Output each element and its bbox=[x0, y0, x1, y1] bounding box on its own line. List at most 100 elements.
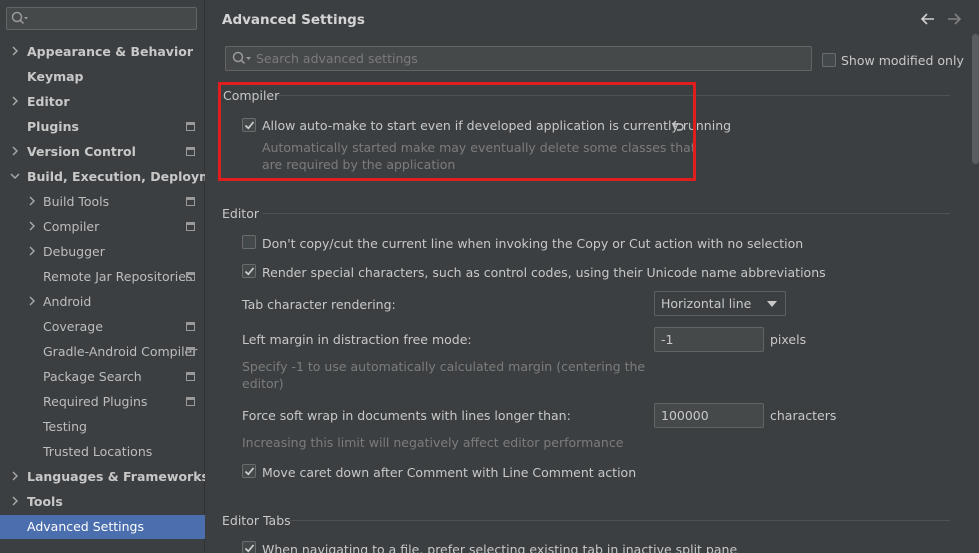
move-caret-label: Move caret down after Comment with Line … bbox=[262, 465, 637, 480]
highlight-annotation-box bbox=[218, 82, 696, 181]
tree-item-plugins[interactable]: Plugins bbox=[0, 115, 205, 139]
tree-item-label: Debugger bbox=[43, 244, 105, 259]
left-margin-field[interactable]: -1 bbox=[654, 327, 764, 352]
checkmark-icon bbox=[244, 467, 255, 476]
page-title: Advanced Settings bbox=[222, 12, 365, 28]
tree-item-build-execution-deployment[interactable]: Build, Execution, Deployment bbox=[0, 165, 235, 189]
chevron-right-icon[interactable] bbox=[10, 471, 20, 481]
tree-item-label: Keymap bbox=[27, 69, 84, 84]
tree-item-label: Plugins bbox=[27, 119, 79, 134]
tree-item-compiler[interactable]: Compiler bbox=[0, 215, 205, 239]
tree-item-coverage[interactable]: Coverage bbox=[0, 315, 205, 339]
chevron-right-icon[interactable] bbox=[27, 196, 37, 206]
left-margin-unit: pixels bbox=[770, 332, 807, 347]
chevron-right-icon[interactable] bbox=[27, 221, 37, 231]
search-icon bbox=[11, 11, 28, 25]
dont-copy-label: Don't copy/cut the current line when inv… bbox=[262, 236, 804, 251]
tree-item-version-control[interactable]: Version Control bbox=[0, 140, 205, 164]
tree-item-gradle-android-compiler[interactable]: Gradle-Android Compiler bbox=[0, 340, 205, 364]
dropdown-arrow-icon bbox=[767, 301, 777, 307]
tree-item-label: Advanced Settings bbox=[27, 519, 144, 534]
field-value: 100000 bbox=[661, 408, 709, 423]
tree-item-label: Compiler bbox=[43, 219, 100, 234]
tree-item-android[interactable]: Android bbox=[0, 290, 205, 314]
project-level-icon bbox=[186, 147, 195, 156]
dropdown-value: Horizontal line bbox=[661, 296, 752, 311]
hint-line: Increasing this limit will negatively af… bbox=[242, 435, 624, 450]
section-divider bbox=[263, 213, 950, 214]
tree-item-advanced-settings[interactable]: Advanced Settings bbox=[0, 515, 205, 539]
settings-main-panel: Advanced Settings Show modified only Com… bbox=[205, 0, 979, 553]
tree-item-testing[interactable]: Testing bbox=[0, 415, 205, 439]
advanced-settings-search[interactable] bbox=[225, 46, 812, 71]
tree-item-languages-frameworks[interactable]: Languages & Frameworks bbox=[0, 465, 209, 489]
hint-line: Specify -1 to use automatically calculat… bbox=[242, 359, 646, 374]
left-margin-hint: Specify -1 to use automatically calculat… bbox=[242, 358, 645, 392]
tab-rendering-dropdown[interactable]: Horizontal line bbox=[654, 291, 786, 316]
tree-item-label: Version Control bbox=[27, 144, 136, 159]
tree-item-appearance-behavior[interactable]: Appearance & Behavior bbox=[0, 40, 205, 64]
project-level-icon bbox=[186, 322, 195, 331]
soft-wrap-label: Force soft wrap in documents with lines … bbox=[242, 408, 571, 423]
tree-item-label: Testing bbox=[43, 419, 87, 434]
chevron-right-icon[interactable] bbox=[10, 96, 20, 106]
tree-item-label: Remote Jar Repositories bbox=[43, 269, 193, 284]
tree-item-label: Required Plugins bbox=[43, 394, 148, 409]
project-level-icon bbox=[186, 197, 195, 206]
navigate-split-label: When navigating to a file, prefer select… bbox=[262, 542, 738, 553]
checkmark-icon bbox=[244, 544, 255, 553]
field-value: -1 bbox=[661, 332, 674, 347]
tree-item-label: Tools bbox=[27, 494, 63, 509]
tree-item-label: Languages & Frameworks bbox=[27, 469, 209, 484]
tree-item-label: Coverage bbox=[43, 319, 103, 334]
chevron-right-icon[interactable] bbox=[27, 246, 37, 256]
project-level-icon bbox=[186, 122, 195, 131]
arrow-left-icon[interactable] bbox=[919, 10, 937, 28]
vertical-scrollbar[interactable] bbox=[972, 34, 979, 164]
tree-item-debugger[interactable]: Debugger bbox=[0, 240, 205, 264]
show-modified-label: Show modified only bbox=[841, 53, 964, 68]
section-title-editor-tabs: Editor Tabs bbox=[222, 513, 291, 528]
tree-item-package-search[interactable]: Package Search bbox=[0, 365, 205, 389]
search-input[interactable] bbox=[256, 50, 796, 67]
tree-item-label: Package Search bbox=[43, 369, 142, 384]
render-special-checkbox[interactable] bbox=[242, 264, 256, 278]
project-level-icon bbox=[186, 397, 195, 406]
tree-item-build-tools[interactable]: Build Tools bbox=[0, 190, 205, 214]
chevron-right-icon[interactable] bbox=[10, 496, 20, 506]
soft-wrap-unit: characters bbox=[770, 408, 837, 423]
hint-line: editor) bbox=[242, 376, 284, 391]
tree-item-label: Build Tools bbox=[43, 194, 110, 209]
dont-copy-checkbox[interactable] bbox=[242, 235, 256, 249]
tree-item-label: Appearance & Behavior bbox=[27, 44, 193, 59]
arrow-right-icon[interactable] bbox=[945, 10, 963, 28]
tree-item-label: Android bbox=[43, 294, 92, 309]
soft-wrap-hint: Increasing this limit will negatively af… bbox=[242, 434, 623, 451]
project-level-icon bbox=[186, 372, 195, 381]
tree-item-trusted-locations[interactable]: Trusted Locations bbox=[0, 440, 205, 464]
tree-item-label: Trusted Locations bbox=[43, 444, 153, 459]
tree-item-required-plugins[interactable]: Required Plugins bbox=[0, 390, 205, 414]
tree-item-keymap[interactable]: Keymap bbox=[0, 65, 205, 89]
chevron-right-icon[interactable] bbox=[10, 46, 20, 56]
project-level-icon bbox=[186, 222, 195, 231]
tree-item-remote-jar-repositories[interactable]: Remote Jar Repositories bbox=[0, 265, 205, 289]
soft-wrap-field[interactable]: 100000 bbox=[654, 403, 764, 428]
chevron-right-icon[interactable] bbox=[10, 146, 20, 156]
chevron-down-icon[interactable] bbox=[10, 171, 20, 181]
tree-item-tools[interactable]: Tools bbox=[0, 490, 205, 514]
settings-sidebar: Appearance & Behavior Keymap Editor Plug… bbox=[0, 0, 235, 553]
tab-rendering-label: Tab character rendering: bbox=[242, 297, 396, 312]
project-level-icon bbox=[186, 347, 195, 356]
tree-item-editor[interactable]: Editor bbox=[0, 90, 205, 114]
section-divider bbox=[290, 520, 950, 521]
show-modified-checkbox[interactable] bbox=[822, 53, 836, 67]
left-margin-label: Left margin in distraction free mode: bbox=[242, 332, 472, 347]
chevron-right-icon[interactable] bbox=[27, 296, 37, 306]
search-icon bbox=[232, 51, 251, 65]
navigate-split-checkbox[interactable] bbox=[242, 541, 256, 553]
tree-item-label: Gradle-Android Compiler bbox=[43, 344, 198, 359]
checkmark-icon bbox=[244, 267, 255, 276]
sidebar-search-field[interactable] bbox=[6, 7, 197, 30]
move-caret-checkbox[interactable] bbox=[242, 464, 256, 478]
